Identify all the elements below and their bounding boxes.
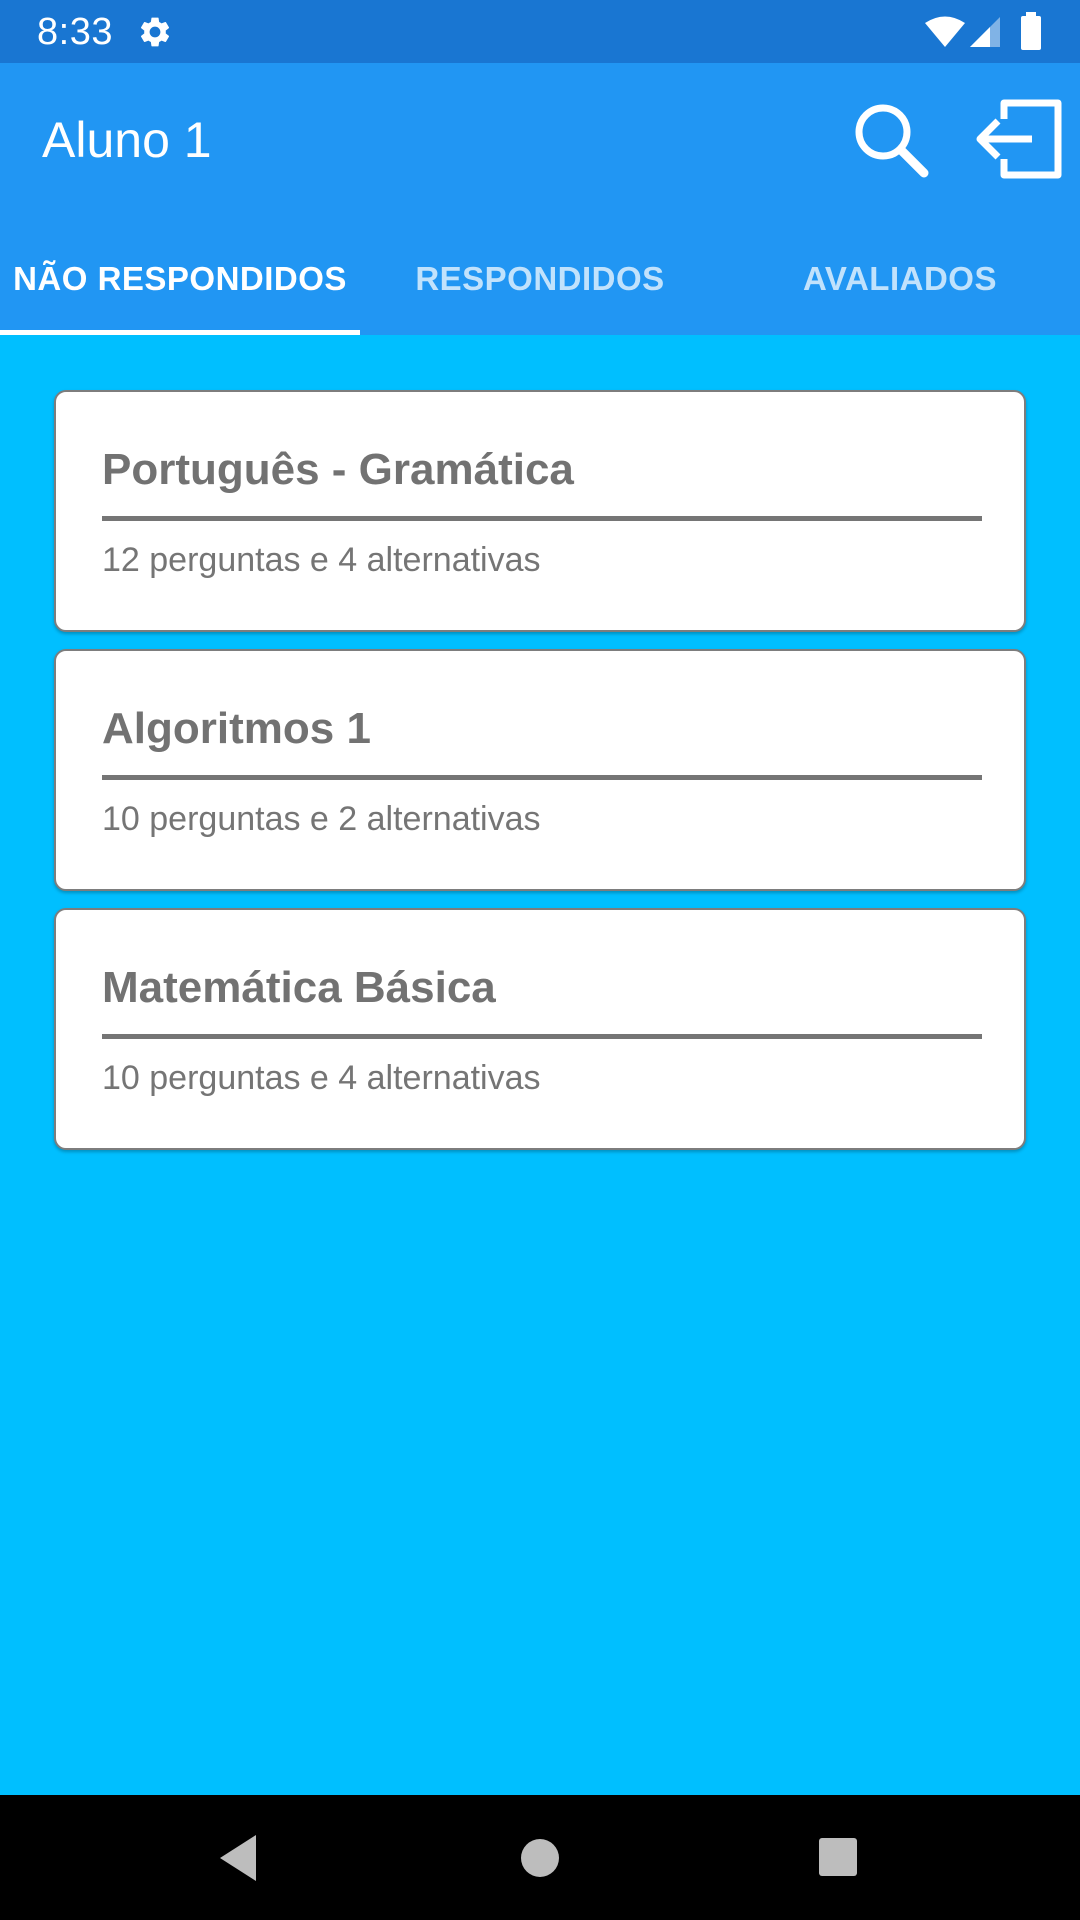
tab-label: NÃO RESPONDIDOS (13, 260, 347, 297)
tab-respondidos[interactable]: RESPONDIDOS (360, 233, 720, 335)
tab-label: RESPONDIDOS (415, 260, 665, 297)
nav-bar (0, 1795, 1080, 1920)
divider (102, 1034, 982, 1039)
quiz-subtitle: 10 perguntas e 4 alternativas (102, 1059, 541, 1097)
logout-icon[interactable] (972, 97, 1062, 181)
tab-bar: NÃO RESPONDIDOS RESPONDIDOS AVALIADOS (0, 233, 1080, 335)
back-icon[interactable] (216, 1833, 260, 1883)
quiz-list: Português - Gramática 12 perguntas e 4 a… (0, 335, 1080, 1795)
quiz-card[interactable]: Matemática Básica 10 perguntas e 4 alter… (54, 908, 1026, 1150)
search-icon[interactable] (850, 99, 930, 179)
signal-icon (970, 17, 1000, 47)
wifi-icon (925, 16, 965, 47)
tab-avaliados[interactable]: AVALIADOS (720, 233, 1080, 335)
divider (102, 516, 982, 521)
quiz-subtitle: 10 perguntas e 2 alternativas (102, 800, 541, 838)
page-title: Aluno 1 (42, 112, 212, 168)
quiz-card[interactable]: Português - Gramática 12 perguntas e 4 a… (54, 390, 1026, 632)
status-time: 8:33 (37, 11, 113, 53)
divider (102, 775, 982, 780)
quiz-title: Algoritmos 1 (102, 704, 371, 753)
app-bar: Aluno 1 NÃO RESPONDIDOS RESPONDIDOS AVAL… (0, 63, 1080, 335)
status-bar: 8:33 (0, 0, 1080, 63)
quiz-title: Português - Gramática (102, 445, 574, 494)
quiz-title: Matemática Básica (102, 963, 496, 1012)
tab-label: AVALIADOS (803, 260, 997, 297)
quiz-subtitle: 12 perguntas e 4 alternativas (102, 541, 541, 579)
tab-nao-respondidos[interactable]: NÃO RESPONDIDOS (0, 233, 360, 335)
home-icon[interactable] (519, 1837, 561, 1879)
battery-icon (1021, 12, 1041, 50)
gear-icon (140, 17, 170, 47)
quiz-card[interactable]: Algoritmos 1 10 perguntas e 2 alternativ… (54, 649, 1026, 891)
recents-icon[interactable] (818, 1837, 858, 1877)
